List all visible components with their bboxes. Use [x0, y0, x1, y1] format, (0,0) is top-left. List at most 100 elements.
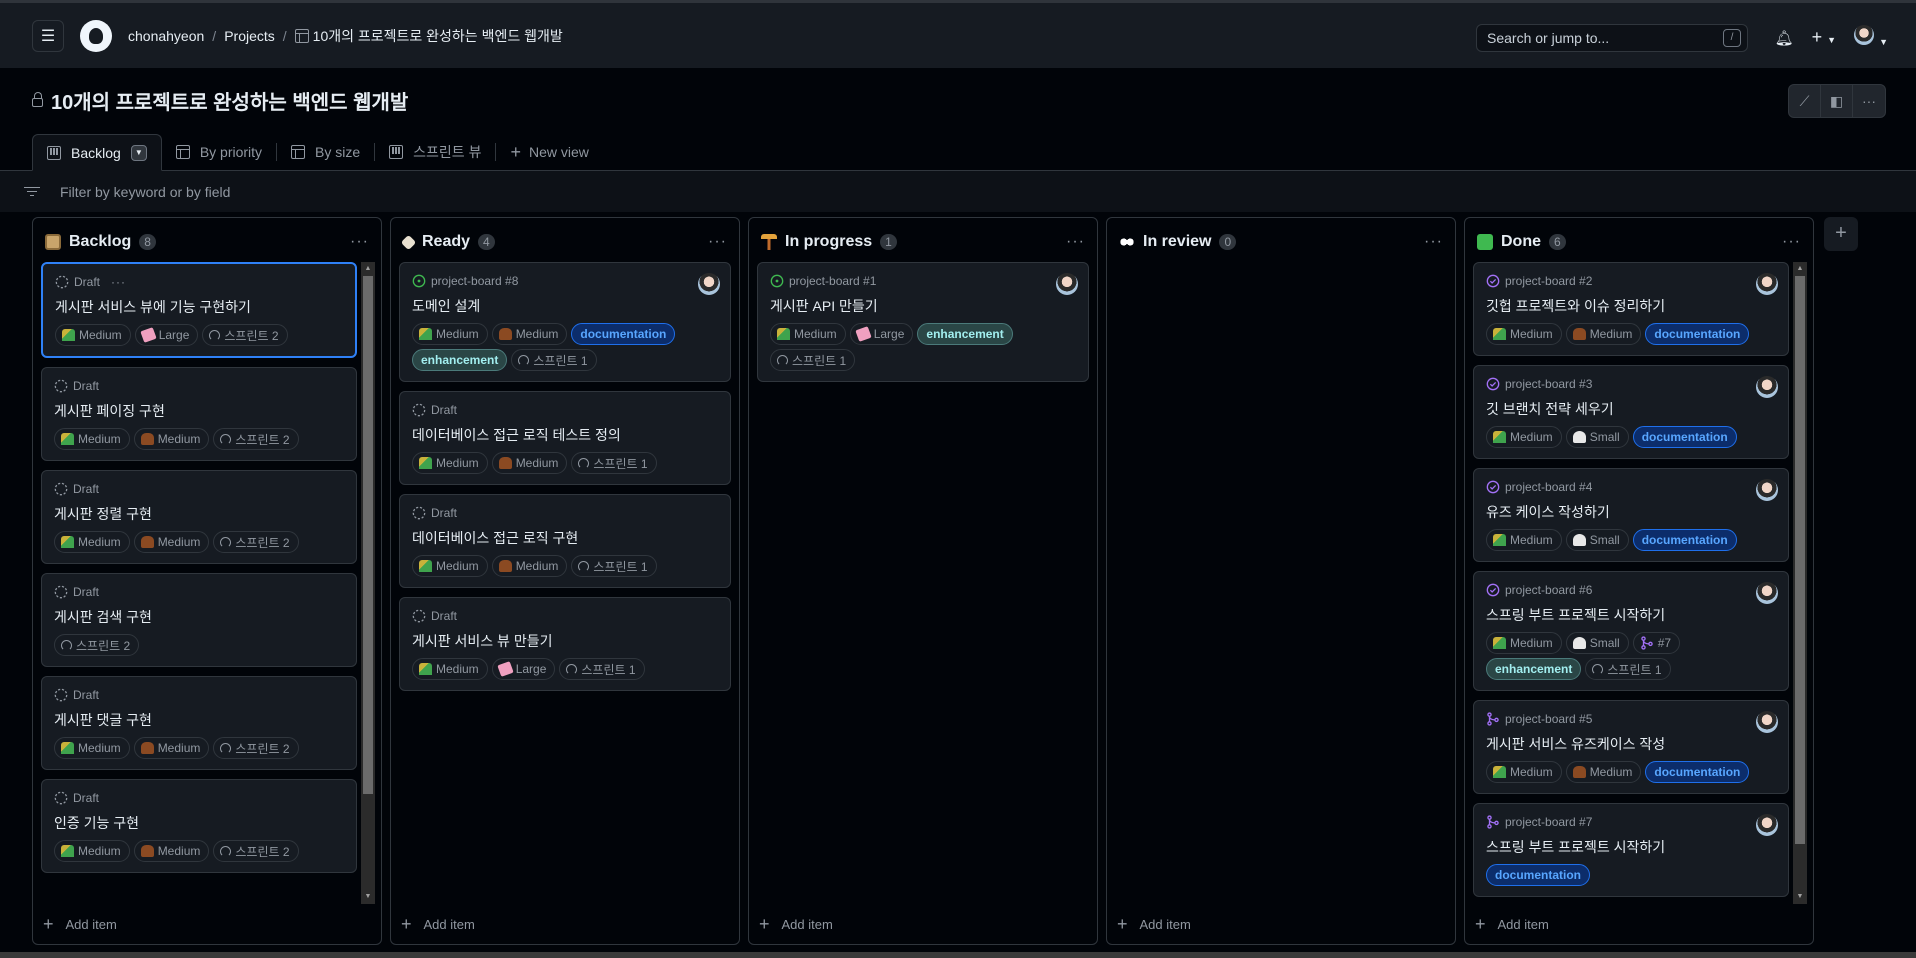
- size-medium-chip[interactable]: Medium: [133, 531, 210, 553]
- horizontal-scrollbar[interactable]: [0, 952, 1916, 958]
- card-reference[interactable]: project-board #8: [431, 274, 518, 288]
- card-title[interactable]: 데이터베이스 접근 로직 테스트 정의: [412, 426, 718, 444]
- card[interactable]: Draft 인증 기능 구현 Medium Medium 스프린트 2: [41, 779, 357, 873]
- create-new-button[interactable]: + ▼: [1812, 27, 1836, 48]
- assignee-avatar[interactable]: [1056, 273, 1078, 295]
- card[interactable]: Draft ··· 게시판 서비스 뷰에 기능 구현하기 Medium Large 스…: [41, 262, 357, 358]
- card[interactable]: Draft 데이터베이스 접근 로직 구현 Medium Medium 스프린트 1: [399, 494, 731, 588]
- size-medium-chip[interactable]: Medium: [133, 840, 210, 862]
- priority-chip[interactable]: Medium: [1486, 529, 1562, 551]
- user-menu[interactable]: ▼: [1854, 25, 1888, 50]
- documentation-chip[interactable]: documentation: [1645, 323, 1750, 345]
- size-large-chip[interactable]: Large: [849, 323, 914, 345]
- card[interactable]: project-board #3 깃 브랜치 전략 세우기 Medium Smal…: [1473, 365, 1789, 459]
- documentation-chip[interactable]: documentation: [1632, 426, 1737, 448]
- add-item-button[interactable]: + Add item: [33, 904, 381, 944]
- priority-chip[interactable]: Medium: [412, 658, 488, 680]
- priority-chip[interactable]: Medium: [412, 452, 488, 474]
- search-input[interactable]: Search or jump to... /: [1476, 24, 1748, 52]
- card-title[interactable]: 유즈 케이스 작성하기: [1486, 503, 1776, 521]
- card-title[interactable]: 게시판 서비스 유즈케이스 작성: [1486, 735, 1776, 753]
- priority-chip[interactable]: Medium: [1486, 632, 1562, 654]
- iteration-chip[interactable]: 스프린트 2: [202, 324, 288, 346]
- size-small-chip[interactable]: Small: [1565, 529, 1629, 551]
- card-reference[interactable]: project-board #3: [1505, 377, 1592, 391]
- priority-chip[interactable]: Medium: [770, 323, 846, 345]
- column-more-button[interactable]: ···: [1424, 233, 1443, 251]
- add-item-button[interactable]: + Add item: [749, 904, 1097, 944]
- card-title[interactable]: 게시판 정렬 구현: [54, 505, 344, 523]
- card[interactable]: project-board #2 깃헙 프로젝트와 이슈 정리하기 Medium…: [1473, 262, 1789, 356]
- priority-chip[interactable]: Medium: [412, 555, 488, 577]
- card-reference[interactable]: project-board #5: [1505, 712, 1592, 726]
- card-reference[interactable]: project-board #2: [1505, 274, 1592, 288]
- new-view-button[interactable]: + New view: [496, 134, 602, 170]
- tab-view-1[interactable]: By priority: [162, 134, 276, 170]
- column-more-button[interactable]: ···: [1066, 233, 1085, 251]
- card[interactable]: Draft 게시판 서비스 뷰 만들기 Medium Large 스프린트 1: [399, 597, 731, 691]
- assignee-avatar[interactable]: [1756, 376, 1778, 398]
- card[interactable]: project-board #8 도메인 설계 Medium Medium docu…: [399, 262, 731, 382]
- add-item-button[interactable]: + Add item: [1465, 904, 1813, 944]
- card-title[interactable]: 도메인 설계: [412, 297, 718, 315]
- card[interactable]: project-board #7 스프링 부트 프로젝트 시작하기 docume…: [1473, 803, 1789, 897]
- assignee-avatar[interactable]: [1756, 582, 1778, 604]
- menu-button[interactable]: ☰: [32, 19, 64, 52]
- iteration-chip[interactable]: 스프린트 1: [571, 452, 657, 474]
- column-scrollbar[interactable]: ▲ ▼: [361, 262, 375, 904]
- size-medium-chip[interactable]: Medium: [1565, 323, 1642, 345]
- column-scrollbar[interactable]: ▲ ▼: [1793, 262, 1807, 904]
- size-medium-chip[interactable]: Medium: [1565, 761, 1642, 783]
- priority-chip[interactable]: Medium: [55, 324, 131, 346]
- card-title[interactable]: 깃헙 프로젝트와 이슈 정리하기: [1486, 297, 1776, 315]
- card-title[interactable]: 게시판 댓글 구현: [54, 711, 344, 729]
- iteration-chip[interactable]: 스프린트 2: [54, 634, 140, 656]
- documentation-chip[interactable]: documentation: [571, 323, 676, 345]
- filter-input[interactable]: Filter by keyword or by field: [60, 184, 230, 200]
- scroll-up-icon[interactable]: ▲: [1793, 262, 1807, 276]
- add-item-button[interactable]: + Add item: [1107, 904, 1455, 944]
- priority-chip[interactable]: Medium: [412, 323, 488, 345]
- card[interactable]: Draft 게시판 정렬 구현 Medium Medium 스프린트 2: [41, 470, 357, 564]
- scroll-up-icon[interactable]: ▲: [361, 262, 375, 276]
- scrollbar-thumb[interactable]: [363, 276, 373, 794]
- card-title[interactable]: 인증 기능 구현: [54, 814, 344, 832]
- priority-chip[interactable]: Medium: [54, 428, 130, 450]
- scrollbar-thumb[interactable]: [1795, 276, 1805, 844]
- pr-chip[interactable]: #7: [1632, 632, 1681, 654]
- assignee-avatar[interactable]: [1756, 479, 1778, 501]
- documentation-chip[interactable]: documentation: [1632, 529, 1737, 551]
- breadcrumb-projects[interactable]: Projects: [224, 28, 275, 44]
- more-options-button[interactable]: ···: [1853, 85, 1885, 117]
- enhancement-chip[interactable]: enhancement: [917, 323, 1013, 345]
- card-reference[interactable]: project-board #7: [1505, 815, 1592, 829]
- assignee-avatar[interactable]: [698, 273, 720, 295]
- card[interactable]: Draft 게시판 페이징 구현 Medium Medium 스프린트 2: [41, 367, 357, 461]
- documentation-chip[interactable]: documentation: [1645, 761, 1750, 783]
- size-small-chip[interactable]: Small: [1565, 426, 1629, 448]
- assignee-avatar[interactable]: [1756, 814, 1778, 836]
- add-item-button[interactable]: + Add item: [391, 904, 739, 944]
- column-more-button[interactable]: ···: [708, 233, 727, 251]
- card[interactable]: Draft 게시판 검색 구현 스프린트 2: [41, 573, 357, 667]
- breadcrumb-project[interactable]: 10개의 프로젝트로 완성하는 백엔드 웹개발: [294, 26, 563, 46]
- card[interactable]: Draft 데이터베이스 접근 로직 테스트 정의 Medium Medium 스프…: [399, 391, 731, 485]
- iteration-chip[interactable]: 스프린트 1: [770, 349, 856, 371]
- priority-chip[interactable]: Medium: [1486, 323, 1562, 345]
- add-column-button[interactable]: +: [1824, 217, 1858, 251]
- size-large-chip[interactable]: Large: [491, 658, 556, 680]
- size-small-chip[interactable]: Small: [1565, 632, 1629, 654]
- iteration-chip[interactable]: 스프린트 1: [559, 658, 645, 680]
- card-reference[interactable]: project-board #6: [1505, 583, 1592, 597]
- iteration-chip[interactable]: 스프린트 2: [213, 840, 299, 862]
- card[interactable]: project-board #6 스프링 부트 프로젝트 시작하기 Medium…: [1473, 571, 1789, 691]
- card-title[interactable]: 게시판 서비스 뷰 만들기: [412, 632, 718, 650]
- column-more-button[interactable]: ···: [1782, 233, 1801, 251]
- assignee-avatar[interactable]: [1756, 273, 1778, 295]
- iteration-chip[interactable]: 스프린트 1: [571, 555, 657, 577]
- card-title[interactable]: 게시판 검색 구현: [54, 608, 344, 626]
- card-title[interactable]: 게시판 페이징 구현: [54, 402, 344, 420]
- filter-bar[interactable]: Filter by keyword or by field: [0, 171, 1916, 212]
- card[interactable]: project-board #5 게시판 서비스 유즈케이스 작성 Medium…: [1473, 700, 1789, 794]
- card-title[interactable]: 게시판 API 만들기: [770, 297, 1076, 315]
